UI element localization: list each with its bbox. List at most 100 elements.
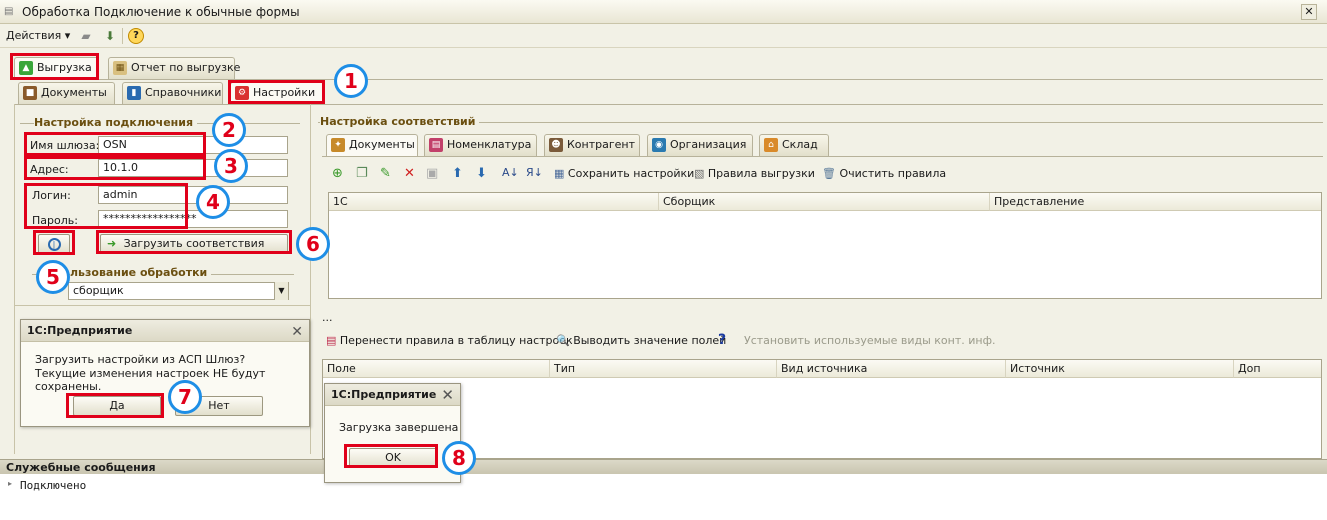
highlight-connect: [33, 230, 75, 255]
chevron-down-icon[interactable]: ▼: [274, 282, 288, 300]
transfer-rules-label: Перенести правила в таблицу настроек: [339, 334, 573, 347]
col-source-kind[interactable]: Вид источника: [777, 360, 1006, 378]
marker-7: 7: [168, 380, 202, 414]
marker-4: 4: [196, 185, 230, 219]
confirm-dialog: 1С:Предприятие ✕ Загрузить настройки из …: [20, 319, 310, 427]
save-settings-button[interactable]: ▦ Сохранить настройки: [554, 167, 694, 180]
tab-strip-line: [10, 79, 1323, 80]
move-down-icon[interactable]: ⬇: [476, 166, 487, 181]
confirm-dialog-title-text: 1С:Предприятие: [27, 324, 133, 337]
tab-upload-report-label: Отчет по выгрузке: [131, 61, 241, 74]
col-field[interactable]: Поле: [323, 360, 550, 378]
messages-area[interactable]: ▸ Подключено: [0, 474, 1327, 520]
highlight-yes: [66, 393, 164, 418]
subtab-strip-line: [14, 104, 1323, 105]
briefcase-icon: ■: [23, 86, 37, 100]
book-icon: ▮: [127, 86, 141, 100]
mapping-table[interactable]: 1С Сборщик Представление: [328, 192, 1322, 299]
back-icon[interactable]: ▰: [78, 28, 94, 44]
export-rules-label: Правила выгрузки: [707, 167, 815, 180]
show-fields-label: Выводить значение полей: [573, 334, 727, 347]
close-icon[interactable]: ✕: [1301, 4, 1317, 20]
marker-3: 3: [214, 149, 248, 183]
menu-divider: [122, 28, 123, 44]
fields-table[interactable]: Поле Тип Вид источника Источник Доп: [322, 359, 1322, 459]
tab-upload-report[interactable]: ▦ Отчет по выгрузке: [108, 57, 240, 79]
export-rules-button[interactable]: ▧ Правила выгрузки: [694, 167, 815, 180]
col-source[interactable]: Источник: [1006, 360, 1234, 378]
mapping-toolbar: ⊕ ❐ ✎ ✕ ▣ ⬆ ⬇ A↓ Я↓ ▦ Сохранить настройк…: [332, 166, 1322, 184]
nomenclature-icon: ▤: [429, 138, 443, 152]
col-presentation[interactable]: Представление: [990, 193, 1321, 211]
marker-1: 1: [334, 64, 368, 98]
clear-rules-label: Очистить правила: [839, 167, 947, 180]
marker-8: 8: [442, 441, 476, 475]
close-icon[interactable]: ✕: [441, 385, 454, 406]
done-dialog-title: 1С:Предприятие ✕: [325, 384, 460, 406]
done-dialog-title-text: 1С:Предприятие: [331, 388, 437, 401]
sort-asc-icon[interactable]: A↓: [502, 166, 519, 179]
done-dialog: 1С:Предприятие ✕ Загрузка завершена OK: [324, 383, 461, 483]
delete-icon[interactable]: ✕: [404, 166, 415, 181]
mapping-group-title: Настройка соответствий: [320, 115, 480, 128]
messages-title: Служебные сообщения: [6, 461, 156, 474]
question-icon[interactable]: ?: [718, 332, 726, 348]
highlight-credentials: [24, 183, 188, 229]
col-1c[interactable]: 1С: [329, 193, 659, 211]
highlight-gateway: [24, 132, 206, 156]
marker-2: 2: [212, 113, 246, 147]
tab-map-organization[interactable]: ◉ Организация: [647, 134, 753, 156]
tab-map-warehouse[interactable]: ⌂ Склад: [759, 134, 829, 156]
col-extra[interactable]: Доп: [1234, 360, 1321, 378]
clear-rules-button[interactable]: 🗑 Очистить правила: [822, 167, 946, 180]
organization-icon: ◉: [652, 138, 666, 152]
left-panel-border: [14, 104, 15, 454]
save-disabled-icon: ▣: [426, 166, 439, 181]
show-fields-button[interactable]: 🔍 Выводить значение полей: [556, 334, 726, 347]
confirm-dialog-title: 1С:Предприятие ✕: [21, 320, 309, 342]
actions-menu[interactable]: Действия ▾: [6, 29, 70, 42]
tab-map-partner-label: Контрагент: [567, 138, 636, 151]
window-title: Обработка Подключение к обычные формы: [22, 5, 300, 19]
tab-map-documents[interactable]: ✦ Документы: [326, 134, 418, 156]
transfer-rules-button[interactable]: ▤ Перенести правила в таблицу настроек: [326, 334, 573, 347]
rules-icon: ▧: [694, 167, 705, 180]
usage-select[interactable]: сборщик ▼: [68, 282, 289, 300]
highlight-load-mapping: [96, 230, 292, 254]
tab-documents[interactable]: ■ Документы: [18, 82, 115, 104]
mapping-tab-line: [322, 156, 1323, 157]
docs-icon: ✦: [331, 138, 345, 152]
bullet-icon: ▸: [8, 479, 13, 488]
tab-catalogs[interactable]: ▮ Справочники: [122, 82, 223, 104]
help-icon[interactable]: ?: [128, 28, 144, 44]
partner-icon: ☻: [549, 138, 563, 152]
splitter[interactable]: [310, 104, 311, 454]
magnifier-icon: 🔍: [556, 334, 570, 347]
usage-group-title: льзование обработки: [70, 266, 212, 279]
tab-map-partner[interactable]: ☻ Контрагент: [544, 134, 640, 156]
transfer-icon: ▤: [326, 334, 337, 347]
move-up-icon[interactable]: ⬆: [452, 166, 463, 181]
tab-map-nomenclature[interactable]: ▤ Номенклатура: [424, 134, 537, 156]
export-icon[interactable]: ⬇: [102, 28, 118, 44]
done-message: Загрузка завершена: [339, 421, 459, 434]
save-settings-icon: ▦: [554, 167, 565, 180]
tab-documents-label: Документы: [41, 86, 107, 99]
col-type[interactable]: Тип: [550, 360, 777, 378]
add-icon[interactable]: ⊕: [332, 166, 343, 181]
col-collector[interactable]: Сборщик: [659, 193, 990, 211]
sort-desc-icon[interactable]: Я↓: [526, 166, 543, 179]
highlight-settings-tab: [228, 80, 325, 104]
form-icon: ▤: [4, 6, 14, 17]
edit-icon[interactable]: ✎: [380, 166, 391, 181]
copy-icon[interactable]: ❐: [356, 166, 368, 181]
highlight-upload-tab: [10, 53, 99, 80]
left-panel-divider: [14, 305, 310, 306]
tab-map-documents-label: Документы: [349, 138, 415, 151]
close-icon[interactable]: ✕: [291, 322, 303, 343]
highlight-ok: [344, 444, 438, 468]
marker-5: 5: [36, 260, 70, 294]
highlight-address: [24, 156, 206, 180]
splitter-ellipsis[interactable]: ...: [322, 311, 333, 324]
tab-catalogs-label: Справочники: [145, 86, 222, 99]
